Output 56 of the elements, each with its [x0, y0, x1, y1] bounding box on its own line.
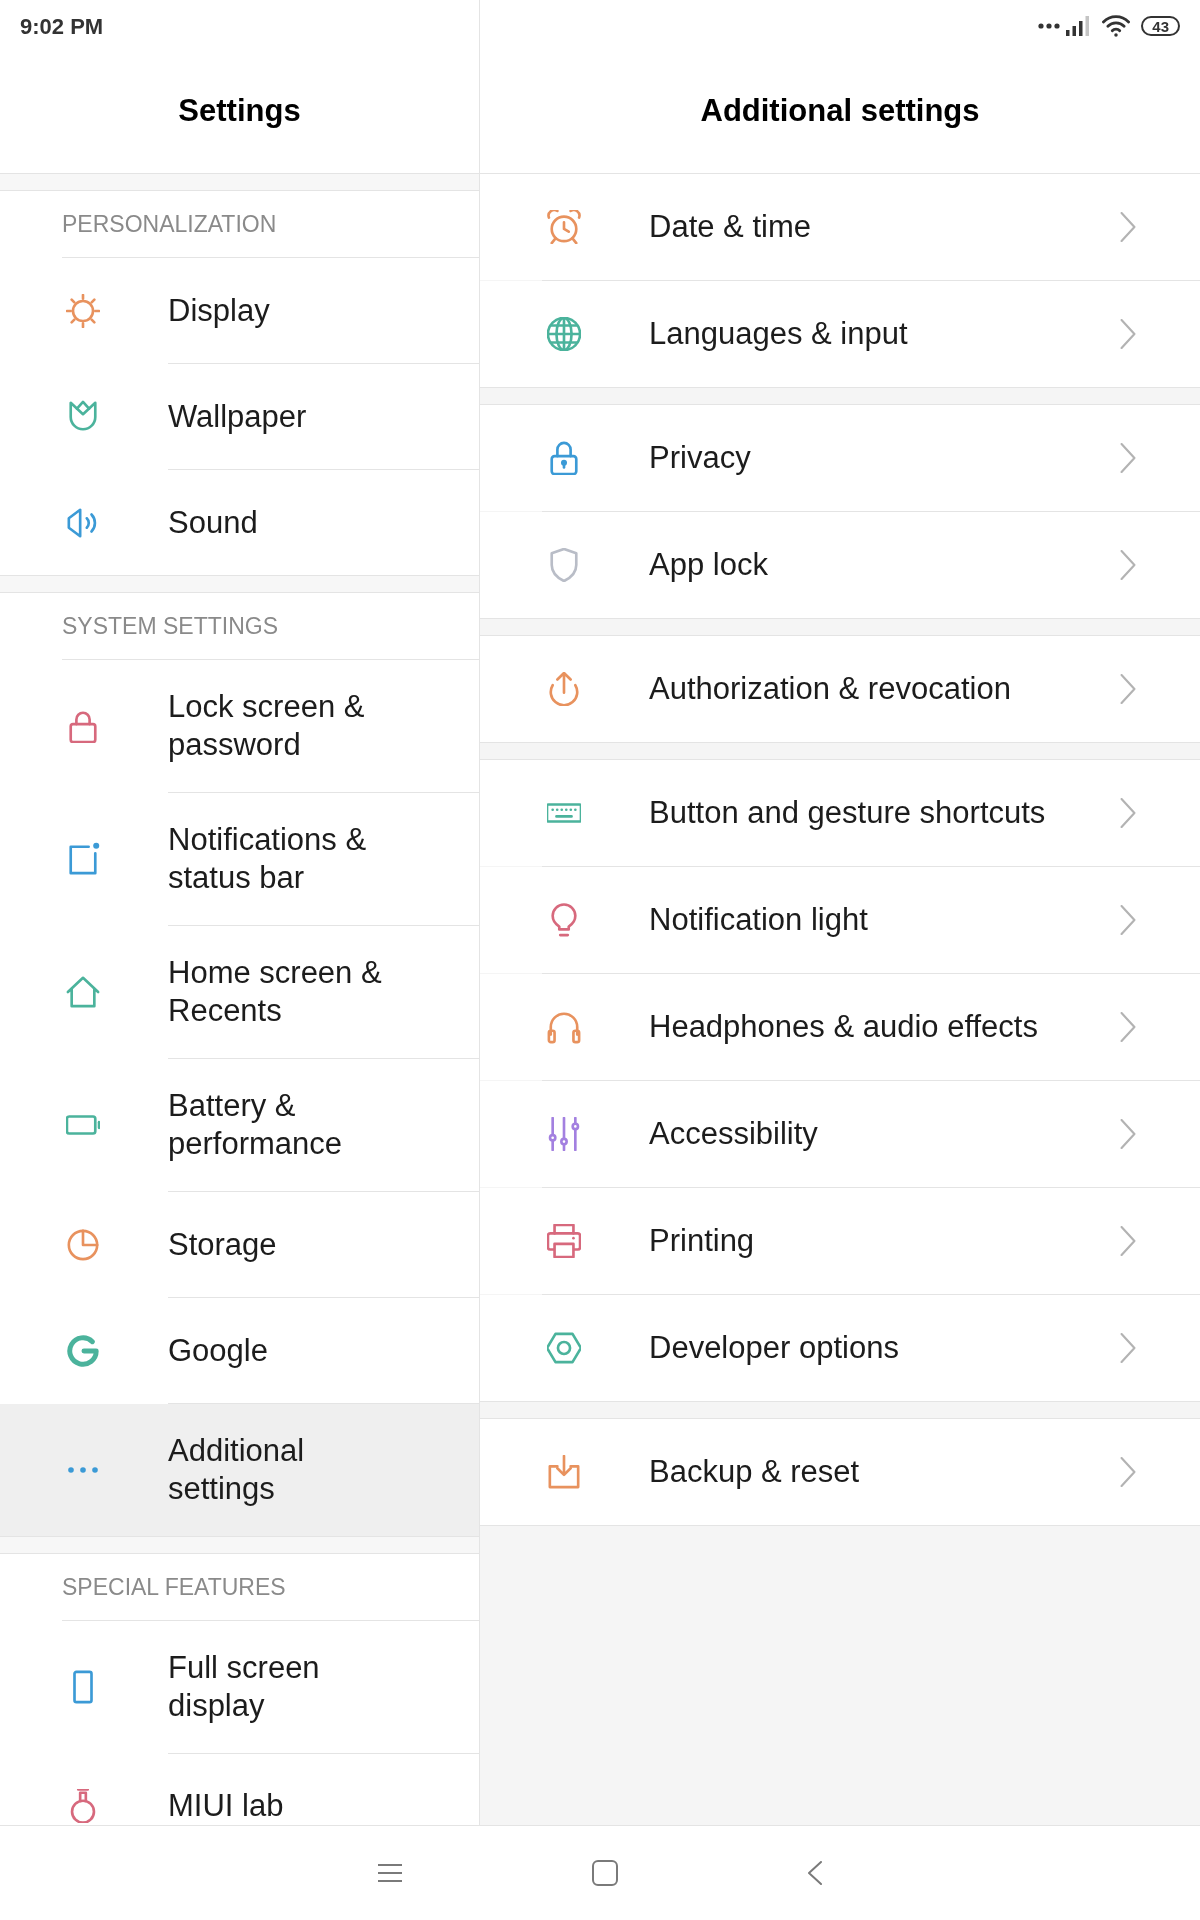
download-icon [547, 1455, 581, 1489]
pane-title: Settings [178, 92, 301, 131]
more-dots-icon [68, 1467, 98, 1473]
sun-icon [66, 293, 100, 328]
settings-item[interactable]: Date & time [480, 174, 1200, 280]
status-time: 9:02 PM [20, 12, 104, 41]
headphones-icon [547, 1010, 581, 1044]
home-icon [66, 975, 100, 1009]
alarm-clock-icon [547, 210, 581, 244]
settings-item[interactable]: Languages & input [480, 281, 1200, 387]
notification-dot-icon [66, 842, 100, 876]
settings-item[interactable]: Printing [480, 1188, 1200, 1294]
settings-item[interactable]: Notification light [480, 867, 1200, 973]
wifi-icon [1102, 15, 1131, 37]
tulip-icon [66, 399, 100, 434]
chevron-right-icon [1120, 674, 1136, 704]
settings-item[interactable]: Button and gesture shortcuts [480, 760, 1200, 866]
sliders-icon [547, 1117, 581, 1151]
g-logo-icon [66, 1333, 100, 1368]
square-icon[interactable] [592, 1860, 618, 1886]
settings-item[interactable]: Headphones & audio effects [480, 974, 1200, 1080]
lock-icon [547, 441, 581, 475]
back-icon[interactable] [808, 1861, 822, 1885]
pie-chart-icon [66, 1227, 100, 1262]
hexagon-icon [547, 1331, 581, 1365]
chevron-right-icon [1120, 1226, 1136, 1256]
settings-item[interactable]: Backup & reset [480, 1419, 1200, 1525]
chevron-right-icon [1120, 319, 1136, 349]
printer-icon [547, 1224, 581, 1258]
settings-item[interactable]: App lock [480, 512, 1200, 618]
settings-item[interactable]: Accessibility [480, 1081, 1200, 1187]
settings-item[interactable]: Additional settings [0, 1404, 479, 1536]
chevron-right-icon [1120, 798, 1136, 828]
lock-icon [66, 709, 100, 743]
settings-item[interactable]: Privacy [480, 405, 1200, 511]
section-title: SYSTEM SETTINGS [62, 612, 278, 640]
upload-icon [547, 672, 581, 706]
chevron-right-icon [1120, 550, 1136, 580]
chevron-right-icon [1120, 905, 1136, 935]
dots-icon [1038, 23, 1061, 29]
pane-title: Additional settings [700, 92, 980, 131]
section-title: SPECIAL FEATURES [62, 1573, 286, 1601]
shield-icon [547, 548, 581, 582]
section-title: PERSONALIZATION [62, 210, 277, 238]
chevron-right-icon [1120, 1333, 1136, 1363]
chevron-right-icon [1120, 1012, 1136, 1042]
settings-item[interactable]: Developer options [480, 1295, 1200, 1401]
chevron-right-icon [1120, 1457, 1136, 1487]
globe-icon [547, 317, 581, 351]
chevron-right-icon [1120, 1119, 1136, 1149]
settings-item[interactable]: Authorization & revocation [480, 636, 1200, 742]
chevron-right-icon [1120, 212, 1136, 242]
chevron-right-icon [1120, 443, 1136, 473]
battery-indicator: 43 [1141, 16, 1180, 36]
signal-icon [1066, 16, 1091, 36]
menu-icon[interactable] [378, 1863, 402, 1883]
